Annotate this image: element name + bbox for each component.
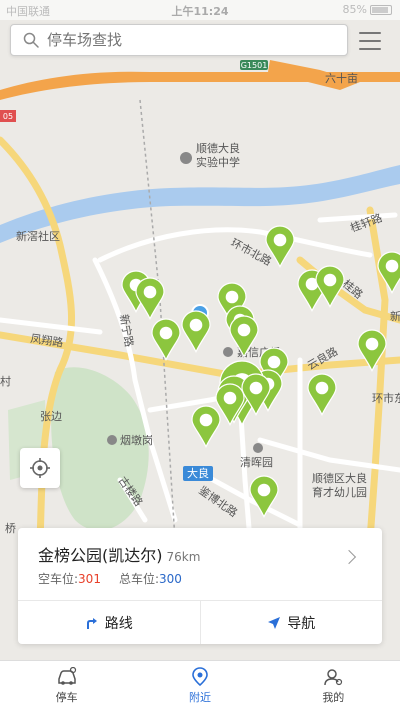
locate-button[interactable] [20,448,60,488]
route-label: 路线 [104,615,133,632]
user-icon [324,668,343,685]
chevron-right-icon [341,549,357,565]
map-label: 育才幼儿园 [312,485,367,499]
bottom-tab-bar: 停车 附近 我的 [0,660,400,710]
search-icon [23,32,39,48]
crosshair-icon [30,458,50,478]
map-label: 凤翔路 [30,331,65,349]
parking-lot-info[interactable]: 金榜公园(凯达尔) 76km 空车位:301 总车位:300 [18,528,382,600]
map-label: 大良 [187,466,209,480]
parking-lot-name: 金榜公园(凯达尔) [38,546,163,565]
location-pin-icon [192,666,208,686]
free-spaces-value: 301 [78,572,101,586]
parking-marker[interactable] [191,405,221,448]
map-label: 村 [0,374,11,388]
parking-marker[interactable] [181,310,211,353]
car-icon [57,666,76,685]
free-spaces: 空车位:301 [38,570,101,587]
map-label: 张边 [40,410,62,423]
school-icon [180,152,192,164]
tab-mine-label: 我的 [322,690,345,704]
search-bar[interactable] [10,24,348,56]
parking-marker[interactable] [307,373,337,416]
map-label: 桂轩路 [348,210,384,234]
map-label: 清晖园 [240,456,273,469]
menu-icon [359,40,381,42]
parking-marker[interactable] [151,318,181,361]
poi-icon [223,347,233,357]
menu-icon [359,32,381,34]
free-spaces-label: 空车位: [38,572,79,586]
map-label: 实验中学 [196,155,240,169]
menu-button[interactable] [356,28,384,54]
tab-nearby-label: 附近 [188,690,211,704]
poi-icon [107,435,117,445]
map-label: 烟墩岗 [120,433,153,447]
map-label: 环市东路 [372,391,400,405]
total-spaces-value: 300 [159,572,182,586]
tab-mine[interactable]: 我的 [267,661,400,710]
map-label: 顺德区大良 [312,471,367,485]
map-label: 新宁路 [117,313,137,348]
card-actions: 路线 导航 [18,600,382,644]
tab-nearby[interactable]: 附近 [133,661,266,710]
road-105-label: 05 [3,112,13,121]
parking-lot-distance: 76km [166,550,201,564]
battery-indicator: 85% [343,3,392,16]
parking-lot-card: 金榜公园(凯达尔) 76km 空车位:301 总车位:300 路线 导航 [18,528,382,644]
route-button[interactable]: 路线 [18,601,200,644]
map-label: 顺德大良 [196,141,240,155]
parking-marker[interactable] [135,277,165,320]
map-label: 桥 [5,522,16,535]
menu-icon [359,48,381,50]
map-label: 六十亩 [325,71,358,85]
tab-parking-label: 停车 [55,690,78,704]
parking-spaces: 空车位:301 总车位:300 [38,570,182,587]
battery-icon [370,4,392,15]
parking-lot-title: 金榜公园(凯达尔) 76km [38,542,200,566]
navigation-arrow-icon [268,616,281,629]
navigate-label: 导航 [287,615,316,632]
map-label: 新滘社区 [16,229,60,243]
map-label: 新 [390,309,400,323]
battery-percent: 85% [342,3,367,16]
search-input[interactable] [47,31,327,49]
poi-icon [253,443,263,453]
total-spaces-label: 总车位: [118,572,159,586]
total-spaces: 总车位:300 [119,570,182,587]
navigate-button[interactable]: 导航 [199,601,383,644]
tab-parking[interactable]: 停车 [0,661,133,710]
clock-label: 上午11:24 [171,5,229,18]
route-icon [86,617,97,629]
parking-marker[interactable] [315,265,345,308]
road-g1501-label: G1501 [241,61,268,70]
status-bar: 中国联通 上午11:24 85% [0,0,400,20]
